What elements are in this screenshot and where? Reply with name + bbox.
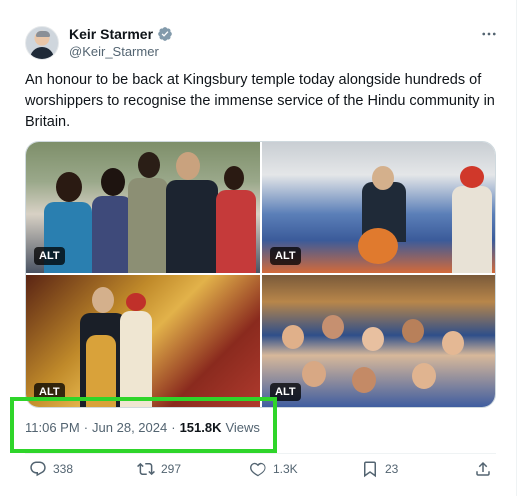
retweet-button[interactable]: 297 (137, 460, 181, 478)
action-bar: 338 297 1.3K 23 (25, 460, 496, 480)
person-body-shape (128, 178, 168, 273)
child-head-shape (322, 315, 344, 339)
media-photo-4[interactable]: ALT (262, 275, 495, 407)
media-photo-3[interactable]: ALT (26, 275, 260, 407)
media-photo-2[interactable]: ALT (262, 142, 495, 273)
person-head-shape (101, 168, 125, 196)
author-display-name[interactable]: Keir Starmer (69, 26, 153, 42)
person-head-shape (224, 166, 244, 190)
media-photo-1[interactable]: ALT (26, 142, 260, 273)
like-count: 1.3K (273, 462, 298, 476)
reply-count: 338 (53, 462, 74, 476)
person-body-shape (452, 186, 492, 273)
author-handle[interactable]: @Keir_Starmer (69, 44, 159, 59)
person-body-shape (92, 196, 132, 273)
bookmark-count: 23 (385, 462, 399, 476)
heart-icon (250, 462, 266, 477)
retweet-icon (137, 462, 155, 476)
divider (25, 453, 496, 454)
turban-shape (126, 293, 146, 311)
more-options-icon[interactable] (479, 26, 499, 42)
alt-badge[interactable]: ALT (34, 247, 65, 265)
retweet-count: 297 (161, 462, 182, 476)
person-head-shape (176, 152, 200, 180)
person-head-shape (138, 152, 160, 178)
turban-shape (460, 166, 484, 188)
tweet-card: Keir Starmer @Keir_Starmer An honour to … (0, 0, 517, 496)
person-body-shape (120, 311, 152, 407)
person-head-shape (56, 172, 82, 202)
like-button[interactable]: 1.3K (249, 460, 298, 478)
turban-shape (358, 228, 398, 264)
child-head-shape (442, 331, 464, 355)
author-name-row: Keir Starmer (69, 26, 173, 42)
reply-button[interactable]: 338 (29, 460, 73, 478)
bookmark-icon (364, 461, 376, 478)
child-head-shape (352, 367, 376, 393)
person-body-shape (166, 180, 218, 273)
media-grid: ALT ALT ALT ALT (25, 141, 496, 408)
avatar[interactable] (25, 26, 59, 60)
bookmark-button[interactable]: 23 (361, 460, 398, 478)
tweet-text: An honour to be back at Kingsbury temple… (25, 72, 495, 130)
share-button[interactable] (474, 460, 492, 478)
child-head-shape (362, 327, 384, 351)
verified-badge-icon[interactable] (157, 26, 173, 42)
child-head-shape (282, 325, 304, 349)
person-body-shape (216, 190, 256, 273)
alt-badge[interactable]: ALT (270, 247, 301, 265)
avatar-suit (30, 47, 54, 59)
person-head-shape (92, 287, 114, 313)
child-head-shape (402, 319, 424, 343)
person-head-shape (372, 166, 394, 190)
share-icon (476, 461, 490, 476)
child-head-shape (302, 361, 326, 387)
avatar-hair (36, 31, 50, 37)
child-head-shape (412, 363, 436, 389)
reply-icon (30, 461, 46, 477)
highlight-box (10, 397, 277, 453)
